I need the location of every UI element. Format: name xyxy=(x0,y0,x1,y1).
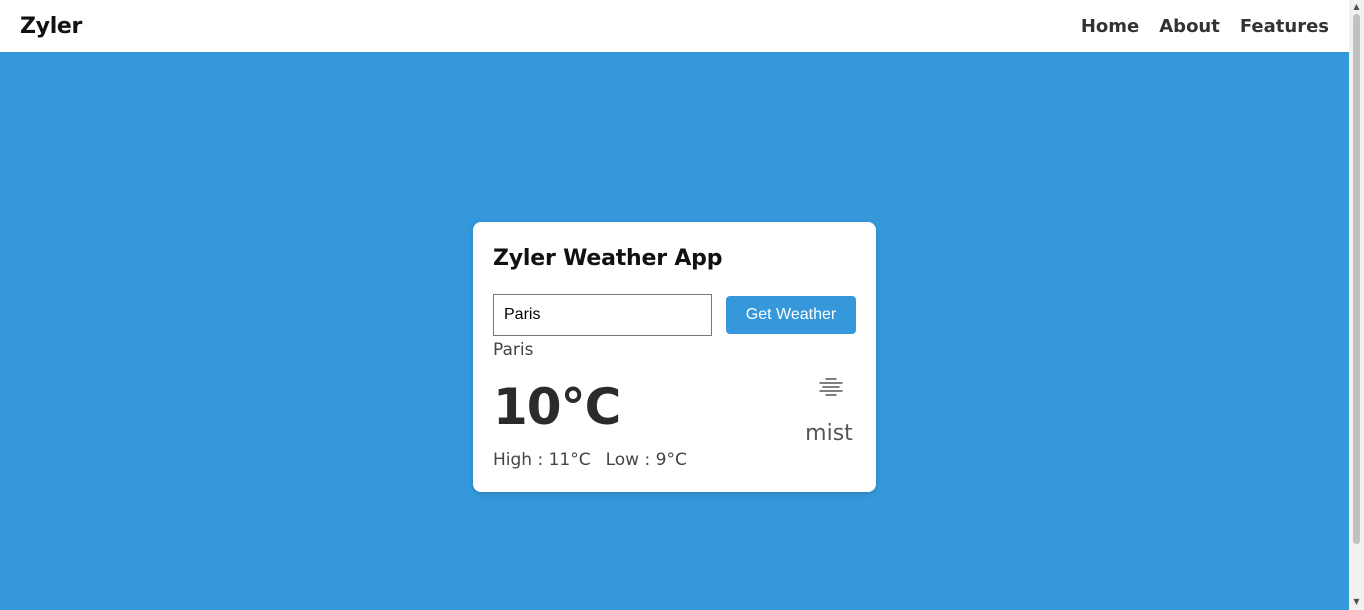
vertical-scrollbar[interactable]: ▲ ▼ xyxy=(1349,0,1364,610)
city-name: Paris xyxy=(493,340,534,360)
nav-link-about[interactable]: About xyxy=(1159,16,1220,37)
nav-link-features[interactable]: Features xyxy=(1240,16,1329,37)
scroll-up-icon[interactable]: ▲ xyxy=(1349,1,1364,13)
mist-icon xyxy=(815,374,847,400)
temperature: 10°C xyxy=(493,378,621,436)
card-title: Zyler Weather App xyxy=(493,246,723,271)
scroll-down-icon[interactable]: ▼ xyxy=(1349,596,1364,608)
page: Zyler Home About Features Zyler Weather … xyxy=(0,0,1364,610)
brand-logo[interactable]: Zyler xyxy=(20,14,82,39)
nav-links: Home About Features xyxy=(1061,16,1329,37)
city-input[interactable] xyxy=(493,294,712,336)
scrollbar-thumb[interactable] xyxy=(1353,14,1360,544)
get-weather-button[interactable]: Get Weather xyxy=(726,296,856,334)
high-temp: High : 11°C xyxy=(493,450,591,470)
weather-card: Zyler Weather App Get Weather Paris 10°C… xyxy=(473,222,876,492)
high-low: High : 11°C Low : 9°C xyxy=(493,450,687,470)
nav-link-home[interactable]: Home xyxy=(1081,16,1139,37)
navbar: Zyler Home About Features xyxy=(0,0,1349,52)
low-temp: Low : 9°C xyxy=(605,450,687,470)
weather-description: mist xyxy=(805,421,853,446)
